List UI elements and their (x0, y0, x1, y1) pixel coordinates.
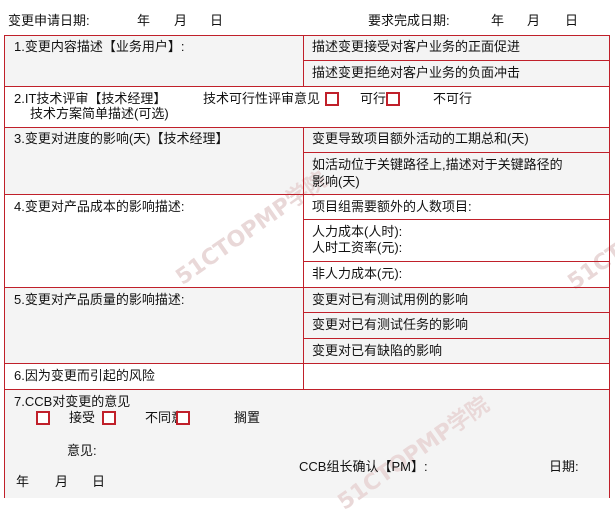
section3-right-line: 影响(天) (312, 174, 360, 189)
month-label: 月 (55, 474, 69, 489)
section5-right-line: 变更对已有缺陷的影响 (312, 343, 443, 358)
column-divider (303, 35, 304, 86)
section6-title: 6.因为变更而引起的风险 (14, 368, 155, 383)
infeasible-checkbox[interactable] (386, 92, 400, 106)
row-divider (303, 219, 610, 220)
shelve-label: 搁置 (234, 410, 261, 425)
row-divider (4, 86, 610, 87)
opinion-label: 意见: (67, 443, 97, 458)
complete-date-label: 要求完成日期: (368, 13, 450, 28)
complete-year-label: 年 (491, 13, 505, 28)
section5-right-line: 变更对已有测试任务的影响 (312, 317, 469, 332)
section1-right-line: 描述变更拒绝对客户业务的负面冲击 (312, 65, 521, 80)
section4-right-line: 非人力成本(元): (312, 266, 403, 281)
infeasible-label: 不可行 (433, 91, 473, 106)
apply-month-label: 月 (174, 13, 188, 28)
section3-right-line: 如活动位于关键路径上,描述对于关键路径的 (312, 157, 563, 172)
section4-title: 4.变更对产品成本的影响描述: (14, 199, 185, 214)
apply-day-label: 日 (210, 13, 224, 28)
section4-right-line: 人时工资率(元): (312, 240, 403, 255)
table-border-right (609, 35, 610, 498)
row-divider (303, 312, 610, 313)
feasible-checkbox[interactable] (325, 92, 339, 106)
row-divider (4, 127, 610, 128)
day-label: 日 (92, 474, 106, 489)
section5-title: 5.变更对产品质量的影响描述: (14, 292, 185, 307)
year-label: 年 (16, 474, 30, 489)
section1-title: 1.变更内容描述【业务用户】: (14, 39, 185, 54)
section5-right-line: 变更对已有测试用例的影响 (312, 292, 469, 307)
section3-right-line: 变更导致项目额外活动的工期总和(天) (312, 131, 529, 146)
column-divider (303, 363, 304, 389)
row-divider (303, 60, 610, 61)
accept-label: 接受 (69, 410, 96, 425)
row-divider (303, 338, 610, 339)
feasible-label: 可行 (360, 91, 387, 106)
row-divider (4, 363, 610, 364)
disagree-checkbox[interactable] (102, 411, 116, 425)
complete-day-label: 日 (565, 13, 579, 28)
section7-title: 7.CCB对变更的意见 (14, 394, 131, 409)
row-divider (4, 194, 610, 195)
section4-right-line: 项目组需要额外的人数项目: (312, 199, 472, 214)
review-opinion-label: 技术可行性评审意见 (203, 91, 321, 106)
apply-date-label: 变更申请日期: (8, 13, 90, 28)
apply-year-label: 年 (137, 13, 151, 28)
section2-title: 2.IT技术评审【技术经理】 (14, 91, 167, 106)
section1-right-line: 描述变更接受对客户业务的正面促进 (312, 39, 521, 54)
complete-month-label: 月 (527, 13, 541, 28)
section3-title: 3.变更对进度的影响(天)【技术经理】 (14, 131, 229, 146)
accept-checkbox[interactable] (36, 411, 50, 425)
section4-right-line: 人力成本(人时): (312, 224, 403, 239)
column-divider (303, 127, 304, 363)
ccb-confirm-label: CCB组长确认【PM】: (299, 459, 428, 474)
row-divider (303, 261, 610, 262)
row-divider (303, 152, 610, 153)
shelve-checkbox[interactable] (176, 411, 190, 425)
date-label: 日期: (549, 459, 579, 474)
table-border-left (4, 35, 5, 498)
row-divider (4, 35, 610, 36)
row-divider (4, 389, 610, 390)
section2-subtitle: 技术方案简单描述(可选) (30, 106, 169, 121)
row-divider (4, 287, 610, 288)
